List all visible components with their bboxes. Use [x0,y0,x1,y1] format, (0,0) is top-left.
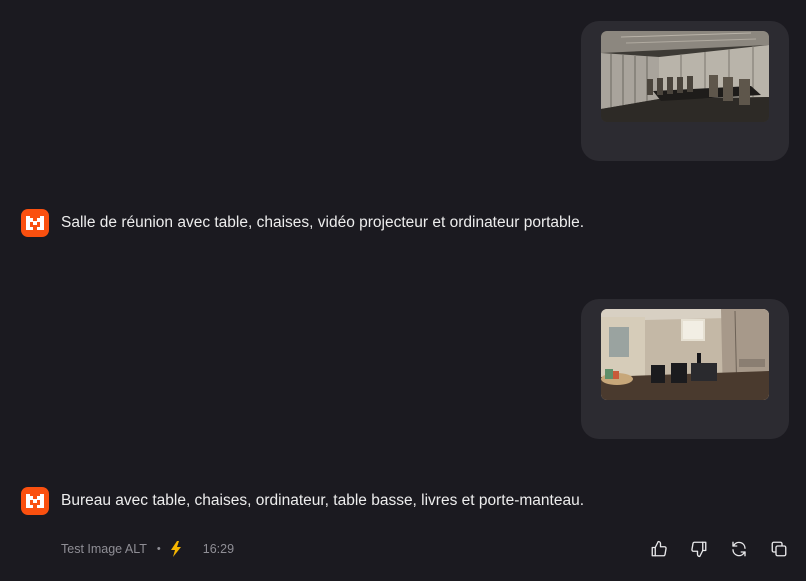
chat-thread: Salle de réunion avec table, chaises, vi… [0,0,806,581]
conference-room-image[interactable] [601,31,769,122]
thumbs-down-icon [691,541,707,558]
assistant-message: Bureau avec table, chaises, ordinateur, … [21,487,584,515]
lightning-bolt-icon [169,541,183,557]
office-room-image[interactable] [601,309,769,400]
copy-icon [771,541,787,557]
regenerate-button[interactable] [728,537,750,561]
message-actions [648,537,790,561]
mistral-logo-icon [21,209,49,237]
user-message-bubble [581,299,789,439]
thumbs-down-button[interactable] [688,537,710,561]
agent-name: Test Image ALT [61,542,147,556]
mistral-logo-icon [21,487,49,515]
message-meta: Test Image ALT • 16:29 [61,538,234,560]
regenerate-icon [732,541,746,557]
assistant-message-text: Salle de réunion avec table, chaises, vi… [61,214,585,231]
assistant-message: Salle de réunion avec table, chaises, vi… [21,209,584,237]
copy-button[interactable] [768,537,790,561]
assistant-message-text: Bureau avec table, chaises, ordinateur, … [61,492,584,509]
message-time: 16:29 [202,542,235,556]
thumbs-up-button[interactable] [648,537,670,561]
meta-separator: • [156,543,161,555]
user-message-bubble [581,21,789,161]
thumbs-up-icon [651,540,667,557]
